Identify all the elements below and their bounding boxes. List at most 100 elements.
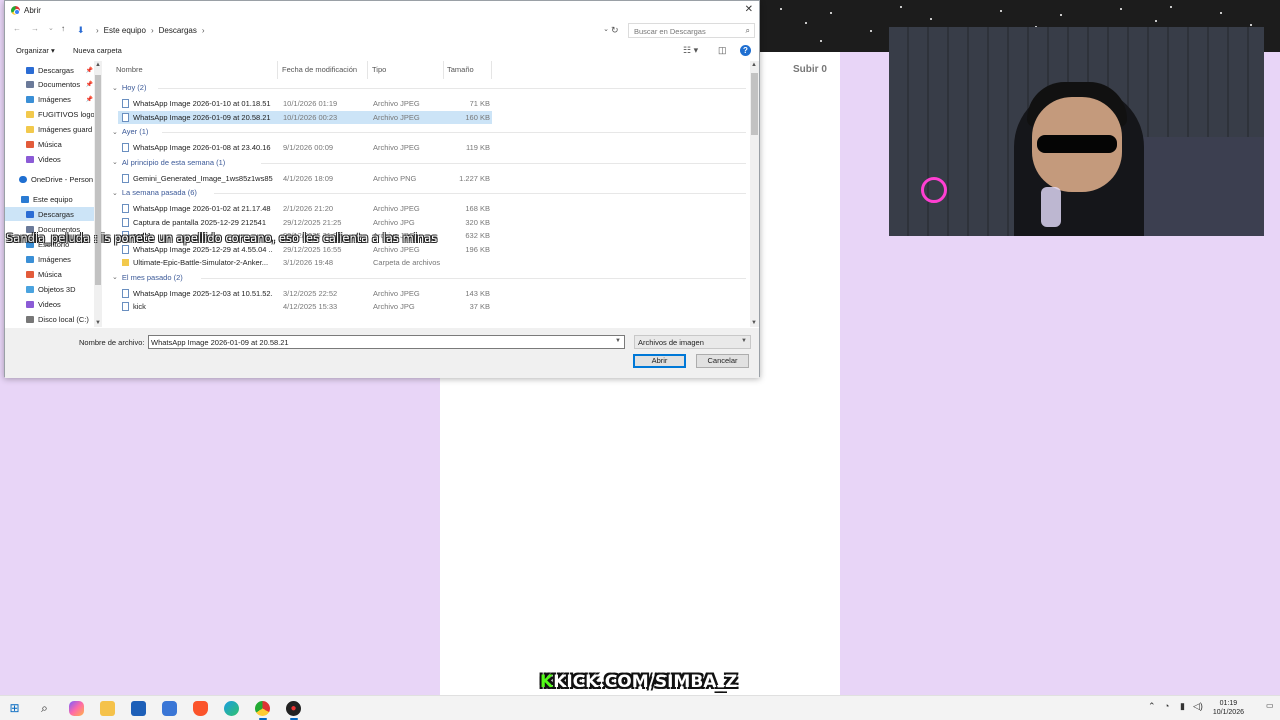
column-divider[interactable] (277, 61, 278, 79)
sidebar-item[interactable]: Videos (5, 297, 95, 311)
file-explorer-icon[interactable] (100, 701, 115, 716)
column-divider[interactable] (367, 61, 368, 79)
open-file-dialog: Abrir ✕ ← → ⌄ ↑ ⬇ › Este equipo › Descar… (4, 0, 760, 378)
file-list-scrollbar[interactable]: ▲ ▼ (750, 61, 759, 327)
refresh-icon[interactable]: ↻ (611, 25, 619, 36)
store-icon[interactable] (131, 701, 146, 716)
chevron-down-icon[interactable]: ⌄ (112, 84, 118, 92)
column-header-type[interactable]: Tipo (372, 65, 386, 74)
preview-pane-icon[interactable]: ◫ (718, 45, 727, 56)
sidebar-item[interactable]: Videos (5, 152, 95, 166)
sidebar-item[interactable]: Música (5, 267, 95, 281)
app-icon[interactable] (162, 701, 177, 716)
chevron-down-icon[interactable]: ⌄ (112, 128, 118, 136)
system-clock[interactable]: 01:19 10/1/2026 (1213, 699, 1244, 717)
chevron-down-icon[interactable]: ⌄ (603, 25, 609, 33)
view-options-icon[interactable]: ☷ ▾ (683, 45, 698, 56)
file-type-select[interactable]: Archivos de imagen ▼ (634, 335, 751, 349)
sidebar-item-label: Objetos 3D (38, 284, 76, 294)
sidebar-item[interactable]: Este equipo (5, 192, 95, 206)
upload-label[interactable]: Subir 0 (793, 64, 827, 75)
close-icon[interactable]: ✕ (745, 4, 753, 15)
sidebar-item[interactable]: Imágenes 📌 (5, 92, 95, 106)
file-row[interactable]: WhatsApp Image 2026-01-08 at 23.40.16 9/1… (118, 141, 492, 154)
recent-locations-icon[interactable]: ⌄ (48, 24, 54, 32)
obs-icon[interactable]: ● (286, 701, 301, 716)
search-input[interactable]: Buscar en Descargas ⌕ (628, 23, 755, 38)
edge-icon[interactable] (224, 701, 239, 716)
star-dot (1120, 8, 1122, 10)
sidebar-item[interactable]: FUGITIVOS logo (5, 107, 95, 121)
copilot-icon[interactable] (69, 701, 84, 716)
file-row[interactable]: kick 4/12/2025 15:33 Archivo JPG 37 KB (118, 300, 492, 313)
sidebar-item[interactable]: Documentos 📌 (5, 77, 95, 91)
sidebar-item-label: Videos (38, 154, 61, 164)
volume-icon[interactable]: ◁) (1193, 701, 1203, 712)
cancel-button[interactable]: Cancelar (696, 354, 749, 368)
file-row[interactable]: WhatsApp Image 2026-01-09 at 20.58.21 10/… (118, 110, 492, 124)
forward-arrow-icon[interactable]: → (31, 24, 39, 33)
file-group-header[interactable]: ⌄ Al principio de esta semana (1) (112, 158, 225, 167)
sidebar-item[interactable]: Imágenes guard (5, 122, 95, 136)
file-date: 9/1/2026 00:09 (283, 143, 334, 152)
address-bar[interactable]: ⬇ › Este equipo › Descargas › ⌄ (74, 23, 614, 37)
column-header-name[interactable]: Nombre (116, 65, 143, 74)
new-folder-button[interactable]: Nueva carpeta (73, 46, 122, 55)
up-folder-icon[interactable]: ↑ (61, 24, 65, 33)
open-button[interactable]: Abrir (633, 354, 686, 368)
file-size: 632 KB (465, 231, 490, 240)
scroll-up-icon[interactable]: ▲ (95, 62, 101, 68)
file-row[interactable]: Ultimate-Epic-Battle-Simulator-2-Anker..… (118, 256, 492, 269)
chevron-down-icon[interactable]: ⌄ (112, 273, 118, 281)
chrome-icon[interactable] (255, 701, 270, 716)
help-icon[interactable]: ? (740, 45, 751, 56)
sidebar-item[interactable]: Música (5, 137, 95, 151)
file-group-header[interactable]: ⌄ La semana pasada (6) (112, 188, 197, 197)
file-row[interactable]: Captura de pantalla 2025-12-29 212541 29/… (118, 216, 492, 229)
sidebar-item[interactable]: Descargas 📌 (5, 63, 95, 77)
breadcrumb-este-equipo[interactable]: Este equipo (104, 26, 146, 35)
search-icon[interactable]: ⌕ (37, 701, 52, 716)
download-icon (26, 66, 34, 74)
chevron-up-icon[interactable]: ⌃ (1148, 701, 1156, 712)
organize-button[interactable]: Organizar ▾ (16, 46, 55, 55)
column-header-size[interactable]: Tamaño (447, 65, 474, 74)
file-group-header[interactable]: ⌄ Ayer (1) (112, 127, 148, 136)
breadcrumb-descargas[interactable]: Descargas (159, 26, 197, 35)
file-row[interactable]: WhatsApp Image 2026-01-10 at 01.18.51 10/… (118, 97, 492, 110)
file-group-header[interactable]: ⌄ Hoy (2) (112, 83, 146, 92)
file-name: Gemini_Generated_Image_1ws85z1ws85z... (133, 173, 273, 183)
file-row[interactable]: WhatsApp Image 2026-01-02 at 21.17.48 2/1… (118, 202, 492, 215)
brave-icon[interactable] (193, 701, 208, 716)
sidebar-item[interactable]: Imágenes (5, 252, 95, 266)
chevron-down-icon[interactable]: ⌄ (112, 189, 118, 197)
scroll-down-icon[interactable]: ▼ (95, 320, 101, 326)
column-divider[interactable] (443, 61, 444, 79)
sidebar-item[interactable]: Descargas (5, 207, 95, 221)
scroll-up-icon[interactable]: ▲ (751, 62, 757, 68)
sidebar-item[interactable]: Objetos 3D (5, 282, 95, 296)
sidebar-item[interactable]: OneDrive - Person (5, 172, 95, 186)
file-type: Archivo JPEG (373, 244, 420, 254)
file-group-header[interactable]: ⌄ El mes pasado (2) (112, 273, 183, 282)
chevron-down-icon[interactable]: ⌄ (112, 158, 118, 166)
windows-start-icon[interactable]: ⊞ (7, 701, 22, 716)
chevron-down-icon[interactable]: ▼ (615, 338, 621, 344)
search-placeholder: Buscar en Descargas (634, 27, 706, 36)
notifications-icon[interactable]: ▭ (1266, 701, 1274, 710)
file-row[interactable]: Gemini_Generated_Image_1ws85z1ws85z... 4/… (118, 172, 492, 185)
column-header-date[interactable]: Fecha de modificación (282, 65, 357, 74)
network-icon[interactable]: ◔ (1164, 701, 1169, 711)
sidebar-item[interactable]: Disco local (C:) (5, 312, 95, 326)
column-divider[interactable] (491, 61, 492, 79)
file-list-scroll-thumb[interactable] (751, 73, 758, 135)
battery-icon[interactable]: ▮ (1180, 701, 1185, 712)
back-arrow-icon[interactable]: ← (13, 24, 21, 33)
file-row[interactable]: WhatsApp Image 2025-12-03 at 10.51.52...… (118, 287, 492, 300)
filename-input[interactable]: WhatsApp Image 2026-01-09 at 20.58.21 ▼ (148, 335, 625, 349)
disk-icon (26, 315, 34, 323)
scroll-down-icon[interactable]: ▼ (751, 320, 757, 326)
sidebar-scrollbar[interactable]: ▲ ▼ (94, 61, 102, 327)
sidebar-item-label: Descargas (38, 209, 74, 219)
sidebar-scroll-thumb[interactable] (95, 75, 101, 285)
